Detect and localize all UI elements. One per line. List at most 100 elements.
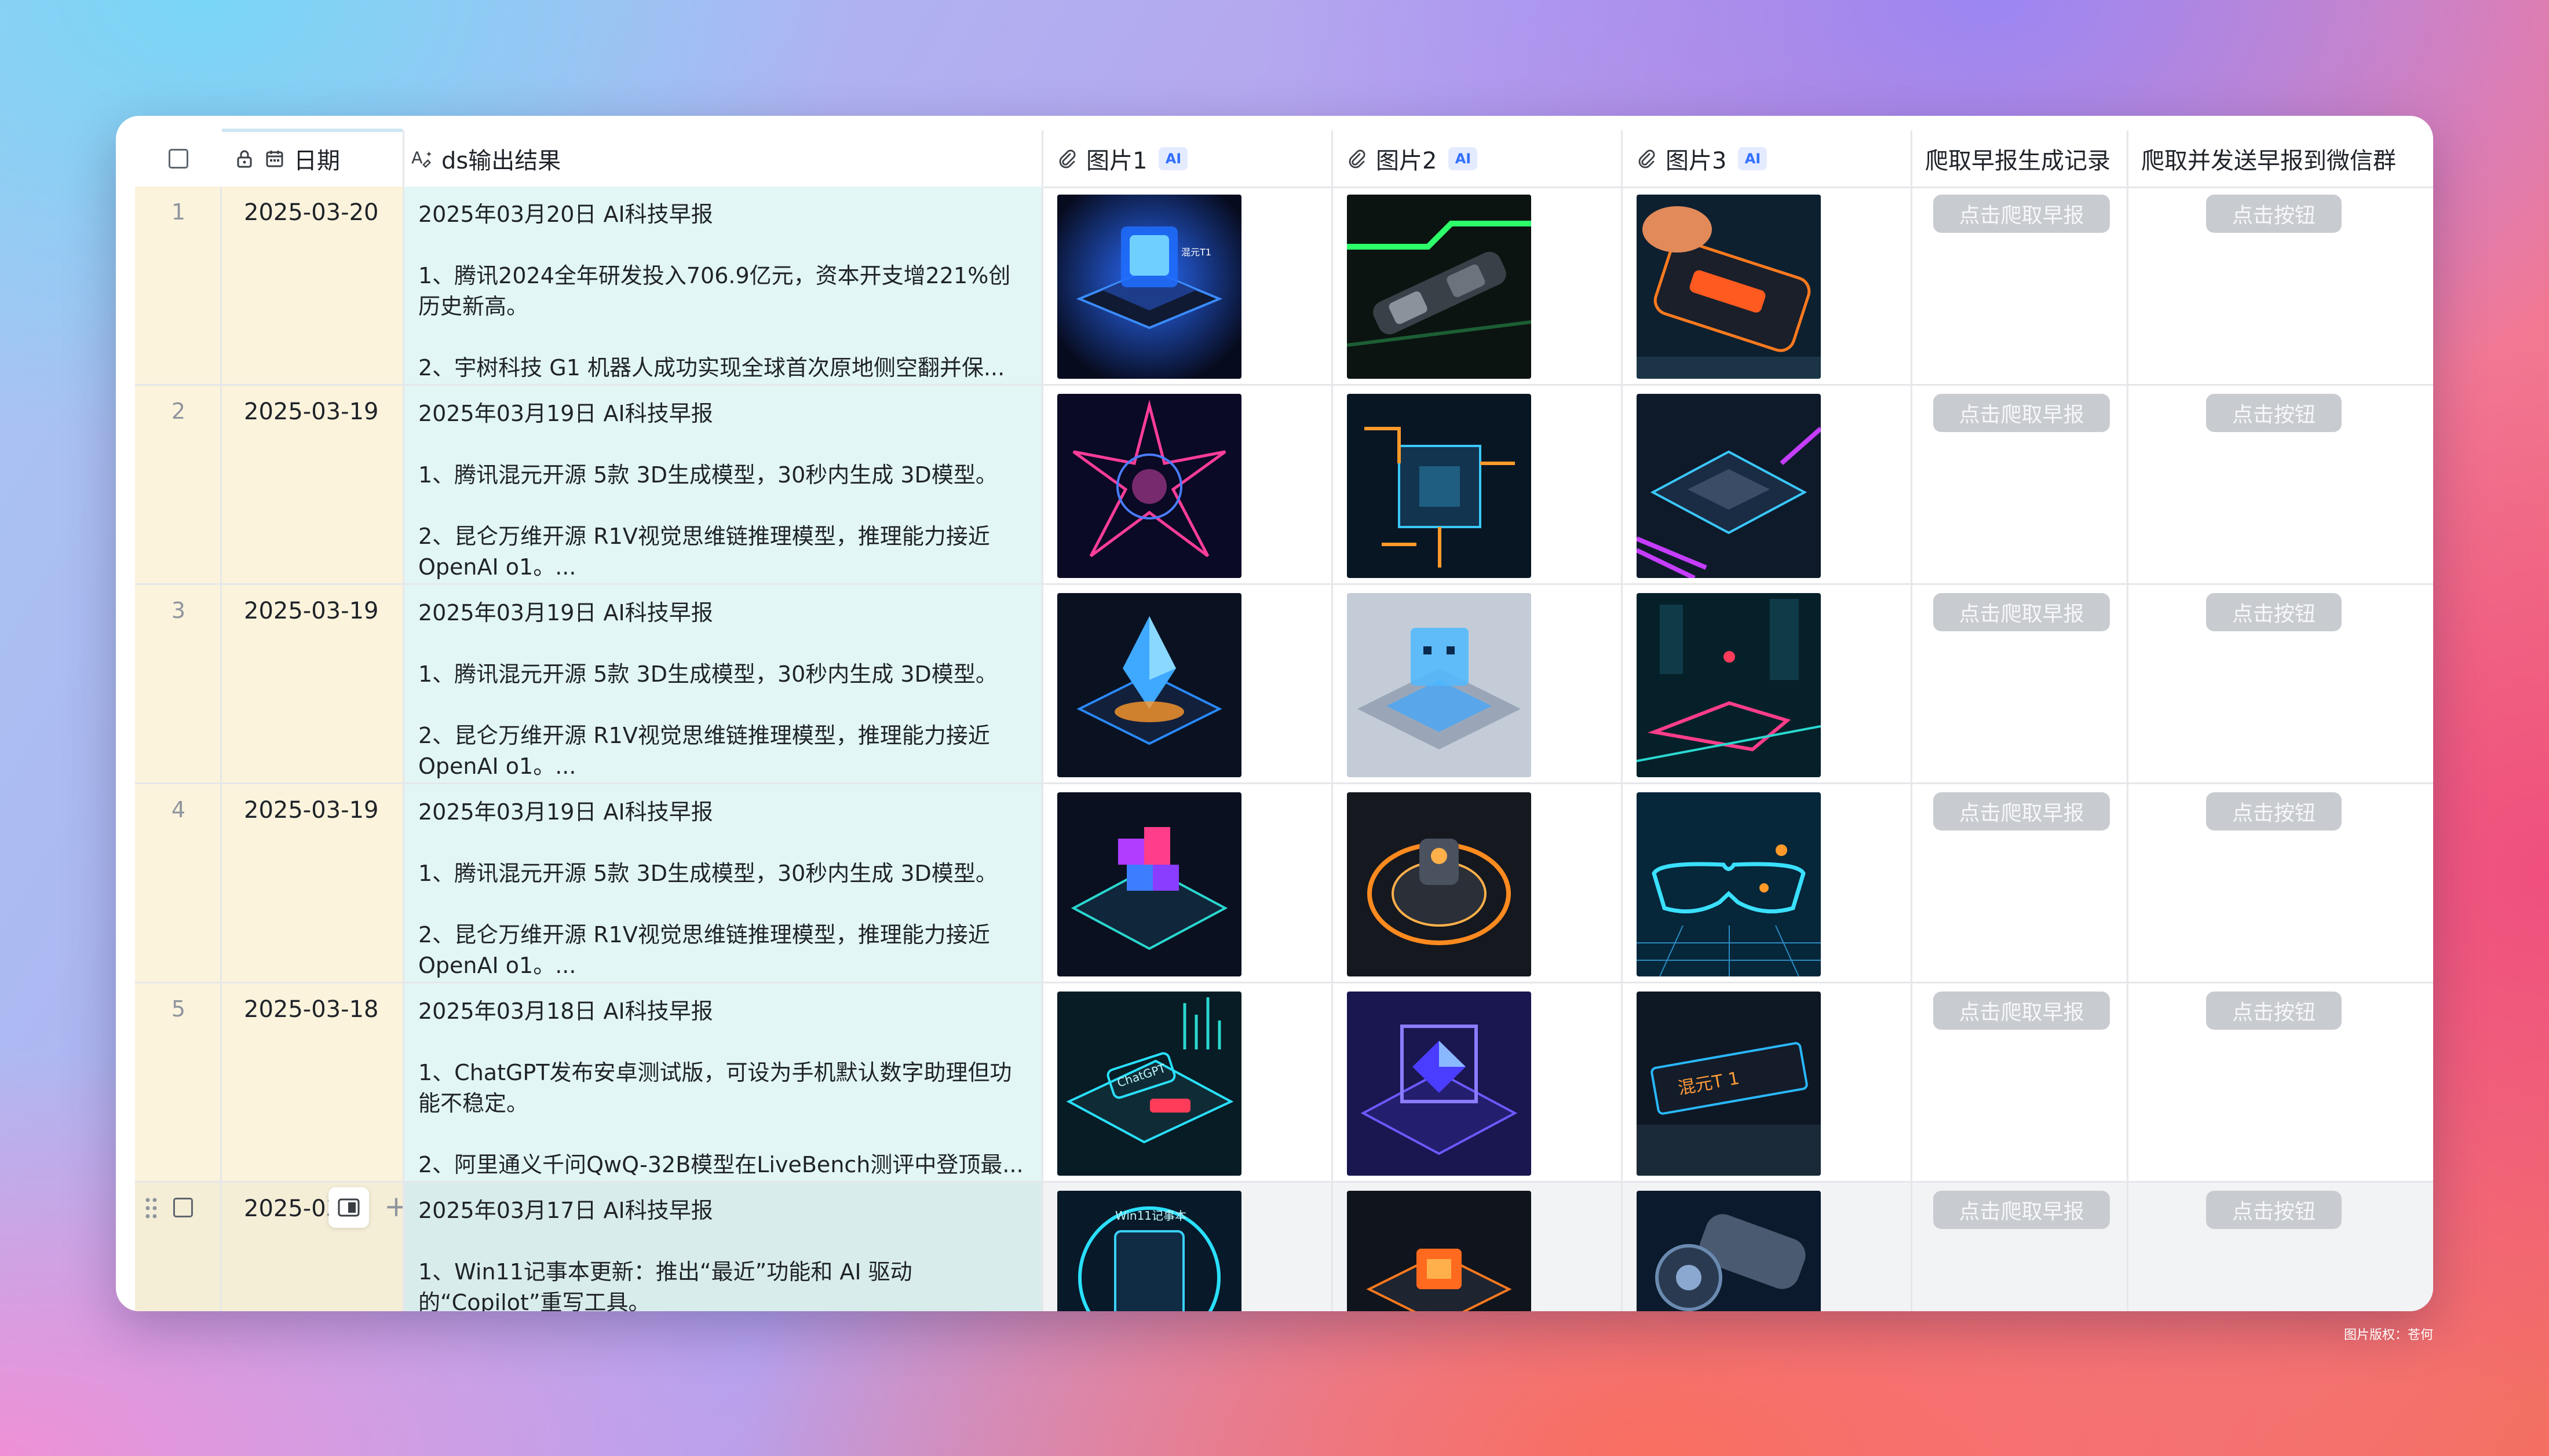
robot-arm-image[interactable]	[1637, 1191, 1821, 1311]
image3-cell[interactable]	[1623, 1183, 1912, 1311]
send-button[interactable]: 点击按钮	[2206, 792, 2342, 831]
crystal-chip-image[interactable]	[1057, 593, 1241, 777]
date-cell[interactable]: 2025-03-19	[222, 585, 404, 782]
image3-cell[interactable]	[1623, 386, 1912, 583]
table-row[interactable]: 5 2025-03-18 2025年03月18日 AI科技早报 1、ChatGP…	[135, 983, 2433, 1183]
purple-crystal-cube-image[interactable]	[1347, 992, 1531, 1176]
ds-output-cell[interactable]: 2025年03月19日 AI科技早报 1、腾讯混元开源 5款 3D生成模型，30…	[404, 386, 1043, 583]
expand-record-button[interactable]	[328, 1187, 369, 1228]
hand-phone-image[interactable]	[1637, 195, 1821, 379]
ds-output-cell[interactable]: 2025年03月19日 AI科技早报 1、腾讯混元开源 5款 3D生成模型，30…	[404, 784, 1043, 982]
image1-cell[interactable]	[1043, 585, 1333, 782]
column-header-send-wechat[interactable]: 爬取并发送早报到微信群	[2128, 130, 2433, 186]
image1-cell[interactable]: 混元T1	[1043, 186, 1333, 384]
report-title: 2025年03月20日 AI科技早报	[418, 202, 713, 227]
date-cell[interactable]: 2025-03-19	[222, 784, 404, 982]
send-button[interactable]: 点击按钮	[2206, 593, 2342, 631]
drag-handle-icon[interactable]	[144, 1197, 158, 1220]
send-cell: 点击按钮	[2128, 585, 2433, 782]
date-cell[interactable]: 2025-03-19	[222, 386, 404, 583]
image2-cell[interactable]	[1333, 1183, 1623, 1311]
table-row[interactable]: 2 2025-03-19 2025年03月19日 AI科技早报 1、腾讯混元开源…	[135, 386, 2433, 585]
send-button[interactable]: 点击按钮	[2206, 992, 2342, 1030]
image2-cell[interactable]	[1333, 386, 1623, 583]
image1-cell[interactable]: ChatGPT	[1043, 983, 1333, 1181]
report-title: 2025年03月19日 AI科技早报	[418, 600, 713, 625]
circuit-connector-image[interactable]	[1347, 195, 1531, 379]
report-item: 1、腾讯混元开源 5款 3D生成模型，30秒内生成 3D模型。	[418, 462, 998, 488]
column-header-image1[interactable]: 图片1 AI	[1043, 130, 1333, 186]
voxel-blocks-image[interactable]	[1057, 792, 1241, 976]
table-row[interactable]: 1 2025-03-20 2025年03月20日 AI科技早报 1、腾讯2024…	[135, 186, 2433, 386]
crawl-report-button[interactable]: 点击爬取早报	[1933, 394, 2110, 432]
image3-cell[interactable]	[1623, 784, 1912, 982]
send-button[interactable]: 点击按钮	[2206, 195, 2342, 233]
circuit-board-image[interactable]	[1347, 394, 1531, 578]
row-index-cell: 2	[135, 386, 222, 583]
neon-city-map-image[interactable]	[1637, 593, 1821, 777]
column-header-date[interactable]: 日期	[222, 129, 404, 186]
row-checkbox[interactable]	[173, 1198, 193, 1217]
ds-output-text: 2025年03月18日 AI科技早报 1、ChatGPT发布安卓测试版，可设为手…	[418, 996, 1030, 1181]
select-all-cell[interactable]	[135, 130, 222, 186]
column-header-crawl-record[interactable]: 爬取早报生成记录	[1912, 130, 2128, 186]
image1-cell[interactable]	[1043, 386, 1333, 583]
image1-cell[interactable]: Win11记事本	[1043, 1183, 1333, 1311]
ds-output-cell[interactable]: 2025年03月17日 AI科技早报 1、Win11记事本更新：推出“最近”功能…	[404, 1183, 1043, 1311]
column-title-image1: 图片1	[1086, 147, 1148, 174]
column-header-image3[interactable]: 图片3 AI	[1623, 130, 1912, 186]
table-row[interactable]: 3 2025-03-19 2025年03月19日 AI科技早报 1、腾讯混元开源…	[135, 585, 2433, 784]
hunyuan-banner-image[interactable]: 混元T 1	[1637, 992, 1821, 1176]
crawl-report-button[interactable]: 点击爬取早报	[1933, 992, 2110, 1030]
lock-icon	[233, 148, 255, 170]
report-title: 2025年03月18日 AI科技早报	[418, 998, 713, 1024]
date-cell[interactable]: 2025-03-20	[222, 186, 404, 384]
image3-cell[interactable]: 混元T 1	[1623, 983, 1912, 1181]
glass-cube-image[interactable]	[1347, 593, 1531, 777]
calendar-icon	[264, 148, 286, 170]
neon-star-image[interactable]	[1057, 394, 1241, 578]
image2-cell[interactable]	[1333, 983, 1623, 1181]
table-row[interactable]: 4 2025-03-19 2025年03月19日 AI科技早报 1、腾讯混元开源…	[135, 784, 2433, 983]
report-item: 2、昆仑万维开源 R1V视觉思维链推理模型，推理能力接近 OpenAI o1。.…	[418, 524, 990, 580]
ds-output-text: 2025年03月19日 AI科技早报 1、腾讯混元开源 5款 3D生成模型，30…	[418, 598, 1030, 782]
report-item: 1、腾讯混元开源 5款 3D生成模型，30秒内生成 3D模型。	[418, 661, 998, 687]
column-title-date: 日期	[294, 147, 340, 174]
win11-notepad-image[interactable]: Win11记事本	[1057, 1191, 1241, 1311]
crawl-report-button[interactable]: 点击爬取早报	[1933, 1191, 2110, 1229]
processor-image[interactable]	[1637, 394, 1821, 578]
orange-chip-image[interactable]	[1347, 1191, 1531, 1311]
image2-cell[interactable]	[1333, 186, 1623, 384]
image2-cell[interactable]	[1333, 585, 1623, 782]
crawl-report-button[interactable]: 点击爬取早报	[1933, 792, 2110, 831]
ds-output-cell[interactable]: 2025年03月18日 AI科技早报 1、ChatGPT发布安卓测试版，可设为手…	[404, 983, 1043, 1181]
image3-cell[interactable]	[1623, 585, 1912, 782]
chatgpt-device-image[interactable]: ChatGPT	[1057, 992, 1241, 1176]
ds-output-cell[interactable]: 2025年03月20日 AI科技早报 1、腾讯2024全年研发投入706.9亿元…	[404, 186, 1043, 384]
send-cell: 点击按钮	[2128, 186, 2433, 384]
column-header-ds-output[interactable]: A ds输出结果	[404, 130, 1043, 186]
crawl-cell: 点击爬取早报	[1912, 585, 2128, 782]
send-button[interactable]: 点击按钮	[2206, 394, 2342, 432]
vr-glasses-image[interactable]	[1637, 792, 1821, 976]
report-item: 1、Win11记事本更新：推出“最近”功能和 AI 驱动的“Copilot”重写…	[418, 1259, 912, 1311]
image2-cell[interactable]	[1333, 784, 1623, 982]
chip-cube-image[interactable]: 混元T1	[1057, 195, 1241, 379]
column-header-image2[interactable]: 图片2 AI	[1333, 130, 1623, 186]
table-row[interactable]: 2025-03 + 2025年03月17日 AI科技早报 1、Win11记事本更…	[135, 1183, 2433, 1311]
send-button[interactable]: 点击按钮	[2206, 1191, 2342, 1229]
ds-output-cell[interactable]: 2025年03月19日 AI科技早报 1、腾讯混元开源 5款 3D生成模型，30…	[404, 585, 1043, 782]
date-cell[interactable]: 2025-03-18	[222, 983, 404, 1181]
image1-cell[interactable]	[1043, 784, 1333, 982]
crawl-report-button[interactable]: 点击爬取早报	[1933, 593, 2110, 631]
image-caption: 混元T1	[1181, 247, 1211, 258]
select-all-checkbox[interactable]	[169, 148, 188, 169]
crawl-cell: 点击爬取早报	[1912, 386, 2128, 583]
column-title-image3: 图片3	[1666, 147, 1727, 174]
image3-cell[interactable]	[1623, 186, 1912, 384]
robot-ring-image[interactable]	[1347, 792, 1531, 976]
row-index: 5	[171, 996, 186, 1022]
add-row-icon[interactable]: +	[384, 1192, 403, 1221]
date-cell[interactable]: 2025-03 +	[222, 1183, 404, 1311]
crawl-report-button[interactable]: 点击爬取早报	[1933, 195, 2110, 233]
